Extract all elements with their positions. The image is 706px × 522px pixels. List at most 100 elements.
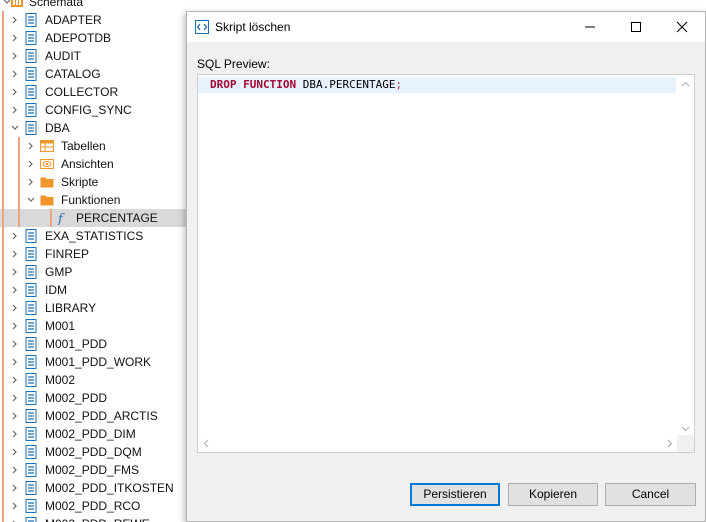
tree-guide-line (2, 173, 4, 191)
vertical-scrollbar[interactable] (677, 75, 694, 436)
tree-item-m002-pdd-arctis[interactable]: M002_PDD_ARCTIS (0, 407, 186, 425)
tree-item-idm[interactable]: IDM (0, 281, 186, 299)
tree-item-label: FINREP (45, 247, 90, 261)
schema-icon (25, 31, 37, 45)
tree-item-label: M002_PDD (45, 391, 108, 405)
chevron-right-icon[interactable] (9, 11, 21, 29)
tree-guide-line (2, 407, 4, 425)
chevron-right-icon[interactable] (25, 155, 37, 173)
tree-item-m002-pdd-rewe[interactable]: M002_PDD_REWE (0, 515, 186, 522)
table-icon (40, 140, 54, 152)
tree-item-label: ADEPOTDB (45, 31, 112, 45)
chevron-right-icon[interactable] (9, 443, 21, 461)
chevron-right-icon[interactable] (9, 407, 21, 425)
tree-item-config-sync[interactable]: CONFIG_SYNC (0, 101, 186, 119)
tree-guide-line (2, 479, 4, 497)
tree-root-schemata[interactable]: Schemata (0, 0, 186, 11)
tree-item-funktionen[interactable]: Funktionen (0, 191, 186, 209)
tree-guide-line (18, 155, 20, 173)
chevron-right-icon[interactable] (9, 299, 21, 317)
persist-button[interactable]: Persistieren (410, 483, 500, 506)
chevron-right-icon[interactable] (9, 335, 21, 353)
maximize-icon (631, 22, 641, 32)
tree-guide-line (2, 209, 4, 227)
scroll-down-icon[interactable] (681, 425, 690, 434)
tree-guide-line (2, 65, 4, 83)
schema-tree[interactable]: Schemata ADAPTER ADEPOTDB AUDIT CATALOG COLL… (0, 0, 186, 522)
scroll-right-icon[interactable] (667, 439, 673, 450)
tree-item-label: PERCENTAGE (76, 211, 158, 225)
tree-guide-line (2, 47, 4, 65)
tree-item-m002-pdd-rco[interactable]: M002_PDD_RCO (0, 497, 186, 515)
chevron-right-icon[interactable] (9, 479, 21, 497)
chevron-right-icon[interactable] (25, 137, 37, 155)
tree-item-m002-pdd-itkosten[interactable]: M002_PDD_ITKOSTEN (0, 479, 186, 497)
tree-item-tabellen[interactable]: Tabellen (0, 137, 186, 155)
cancel-button[interactable]: Cancel (605, 483, 696, 506)
tree-item-audit[interactable]: AUDIT (0, 47, 186, 65)
tree-item-m002-pdd[interactable]: M002_PDD (0, 389, 186, 407)
chevron-right-icon[interactable] (25, 173, 37, 191)
chevron-right-icon[interactable] (9, 263, 21, 281)
schema-icon (25, 319, 37, 333)
chevron-right-icon[interactable] (9, 47, 21, 65)
sql-preview-editor[interactable]: DROP FUNCTION DBA.PERCENTAGE; (197, 74, 695, 453)
chevron-right-icon[interactable] (9, 227, 21, 245)
delete-script-dialog: Skript löschen SQL Preview: DROP FUNCTIO… (186, 11, 706, 522)
tree-item-gmp[interactable]: GMP (0, 263, 186, 281)
sql-keyword-function: FUNCTION (243, 78, 297, 91)
copy-button[interactable]: Kopieren (508, 483, 598, 506)
schema-icon (25, 391, 37, 405)
tree-item-m002-pdd-dqm[interactable]: M002_PDD_DQM (0, 443, 186, 461)
tree-item-dba[interactable]: DBA (0, 119, 186, 137)
close-button[interactable] (659, 12, 705, 42)
tree-item-adapter[interactable]: ADAPTER (0, 11, 186, 29)
horizontal-scrollbar[interactable] (198, 435, 678, 452)
tree-item-ansichten[interactable]: Ansichten (0, 155, 186, 173)
minimize-button[interactable] (567, 12, 613, 42)
chevron-right-icon[interactable] (9, 101, 21, 119)
scroll-left-icon[interactable] (203, 439, 209, 450)
chevron-down-icon[interactable] (9, 119, 21, 137)
tree-guide-line (2, 29, 4, 47)
chevron-right-icon[interactable] (9, 515, 21, 522)
chevron-right-icon[interactable] (9, 461, 21, 479)
chevron-right-icon[interactable] (9, 497, 21, 515)
sql-statement[interactable]: DROP FUNCTION DBA.PERCENTAGE; (210, 78, 402, 92)
chevron-right-icon[interactable] (9, 281, 21, 299)
chevron-right-icon[interactable] (9, 29, 21, 47)
scroll-up-icon[interactable] (681, 80, 690, 89)
tree-guide-line (2, 443, 4, 461)
tree-item-percentage[interactable]: f PERCENTAGE (0, 209, 186, 227)
scroll-corner (677, 435, 694, 452)
tree-item-m001[interactable]: M001 (0, 317, 186, 335)
tree-item-skripte[interactable]: Skripte (0, 173, 186, 191)
chevron-down-icon[interactable] (25, 191, 37, 209)
tree-item-m001-pdd[interactable]: M001_PDD (0, 335, 186, 353)
sql-preview-label: SQL Preview: (197, 57, 270, 71)
tree-guide-line (2, 119, 4, 137)
chevron-right-icon[interactable] (9, 425, 21, 443)
tree-item-exa-statistics[interactable]: EXA_STATISTICS (0, 227, 186, 245)
tree-item-library[interactable]: LIBRARY (0, 299, 186, 317)
tree-item-collector[interactable]: COLLECTOR (0, 83, 186, 101)
chevron-right-icon[interactable] (9, 371, 21, 389)
tree-item-catalog[interactable]: CATALOG (0, 65, 186, 83)
tree-item-finrep[interactable]: FINREP (0, 245, 186, 263)
chevron-right-icon[interactable] (9, 389, 21, 407)
tree-item-m001-pdd-work[interactable]: M001_PDD_WORK (0, 353, 186, 371)
tree-item-m002[interactable]: M002 (0, 371, 186, 389)
tree-item-m002-pdd-fms[interactable]: M002_PDD_FMS (0, 461, 186, 479)
tree-item-adepotdb[interactable]: ADEPOTDB (0, 29, 186, 47)
maximize-button[interactable] (613, 12, 659, 42)
tree-item-label: ADAPTER (45, 13, 102, 27)
chevron-right-icon[interactable] (9, 65, 21, 83)
chevron-right-icon[interactable] (9, 353, 21, 371)
tree-item-m002-pdd-dim[interactable]: M002_PDD_DIM (0, 425, 186, 443)
chevron-right-icon[interactable] (9, 83, 21, 101)
dialog-titlebar[interactable]: Skript löschen (187, 12, 705, 42)
chevron-right-icon[interactable] (9, 245, 21, 263)
chevron-right-icon[interactable] (9, 317, 21, 335)
schema-icon (25, 67, 37, 81)
tree-item-label: M002_PDD_REWE (45, 517, 150, 522)
